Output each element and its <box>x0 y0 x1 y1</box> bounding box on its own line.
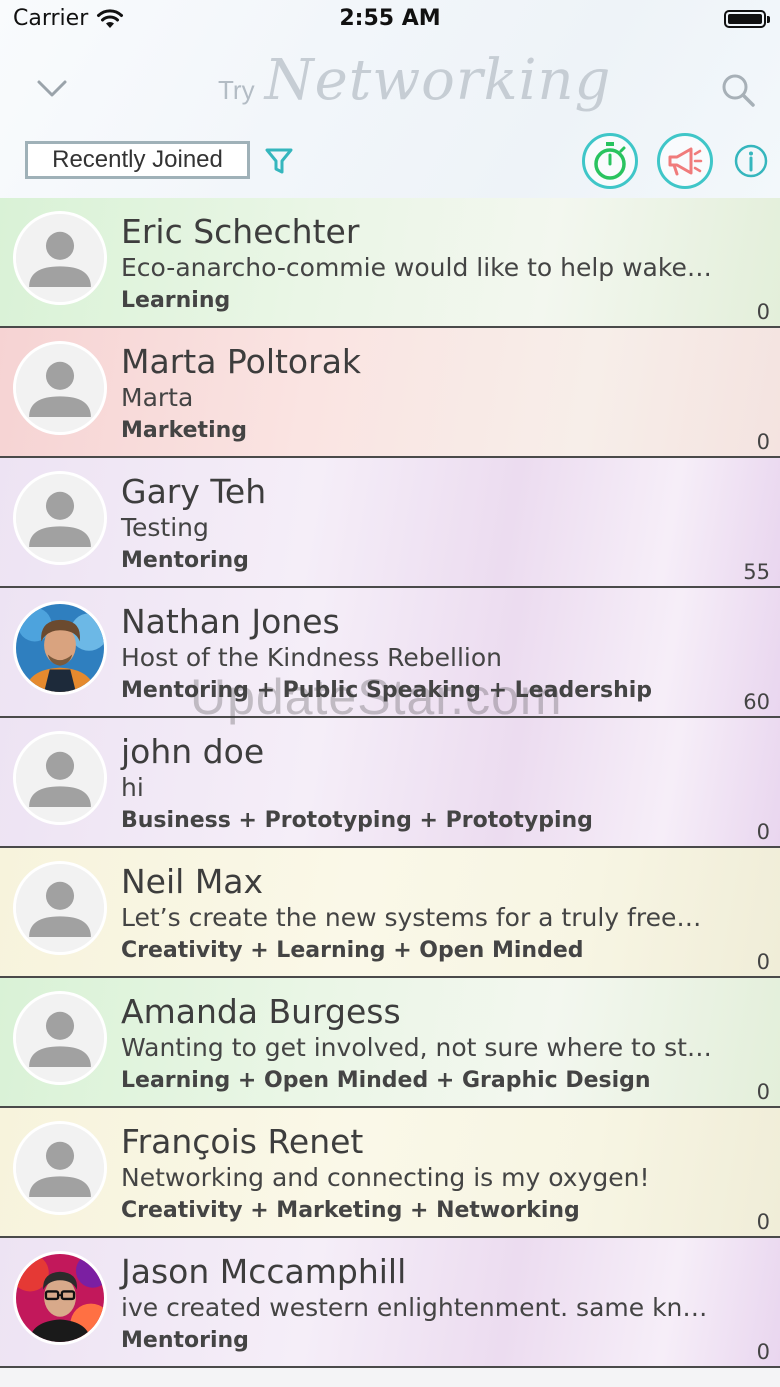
member-row[interactable]: Marta Poltorak Marta Marketing 0 <box>0 328 780 458</box>
member-tags: Marketing <box>121 418 248 443</box>
person-icon <box>16 474 104 562</box>
avatar <box>13 601 107 695</box>
avatar <box>13 861 107 955</box>
person-icon <box>16 734 104 822</box>
member-row[interactable]: Eric Schechter Eco-anarcho-commie would … <box>0 198 780 328</box>
avatar <box>13 731 107 825</box>
info-icon[interactable] <box>733 143 769 179</box>
app-title: Try Networking <box>218 48 611 118</box>
member-count: 0 <box>756 950 770 974</box>
member-bio: ive created western enlightenment. same … <box>121 1293 708 1322</box>
member-count: 0 <box>756 300 770 324</box>
member-row[interactable]: Nathan Jones Host of the Kindness Rebell… <box>0 588 780 718</box>
member-name: Neil Max <box>121 862 264 901</box>
member-row[interactable]: Amanda Burgess Wanting to get involved, … <box>0 978 780 1108</box>
member-bio: Let’s create the new systems for a truly… <box>121 903 702 932</box>
avatar <box>13 1121 107 1215</box>
person-icon <box>16 214 104 302</box>
member-bio: Testing <box>121 513 209 542</box>
member-bio: Eco-anarcho-commie would like to help wa… <box>121 253 712 282</box>
member-row[interactable]: Neil Max Let’s create the new systems fo… <box>0 848 780 978</box>
stopwatch-icon <box>594 142 626 180</box>
member-count: 0 <box>756 820 770 844</box>
person-icon <box>16 864 104 952</box>
member-tags: Learning <box>121 288 231 313</box>
member-name: john doe <box>121 732 265 771</box>
member-tags: Mentoring <box>121 548 249 573</box>
member-tags: Creativity + Learning + Open Minded <box>121 938 584 963</box>
member-count: 60 <box>743 690 770 714</box>
member-name: François Renet <box>121 1122 364 1161</box>
chevron-down-icon[interactable] <box>34 70 70 106</box>
timer-button[interactable] <box>582 133 638 189</box>
avatar <box>13 1251 107 1345</box>
profile-photo <box>16 604 104 692</box>
member-row[interactable]: john doe hi Business + Prototyping + Pro… <box>0 718 780 848</box>
avatar <box>13 991 107 1085</box>
member-bio: Marta <box>121 383 194 412</box>
avatar <box>13 341 107 435</box>
member-name: Marta Poltorak <box>121 342 362 381</box>
megaphone-icon <box>668 147 703 176</box>
member-name: Nathan Jones <box>121 602 340 641</box>
person-icon <box>16 994 104 1082</box>
member-bio: hi <box>121 773 144 802</box>
status-time: 2:55 AM <box>339 6 441 31</box>
member-bio: Networking and connecting is my oxygen! <box>121 1163 650 1192</box>
member-bio: Host of the Kindness Rebellion <box>121 643 503 672</box>
member-count: 0 <box>756 430 770 454</box>
member-count: 0 <box>756 1080 770 1104</box>
member-tags: Mentoring <box>121 1328 249 1353</box>
member-tags: Mentoring + Public Speaking + Leadership <box>121 678 653 703</box>
header: Carrier 2:55 AM Try Networking Recently … <box>0 0 780 198</box>
member-list: Eric Schechter Eco-anarcho-commie would … <box>0 198 780 1368</box>
member-row[interactable]: Jason Mccamphill ive created western enl… <box>0 1238 780 1368</box>
member-name: Amanda Burgess <box>121 992 401 1031</box>
title-prefix: Try <box>218 75 255 105</box>
member-count: 0 <box>756 1340 770 1364</box>
sort-button[interactable]: Recently Joined <box>25 141 250 179</box>
member-count: 55 <box>743 560 770 584</box>
member-bio: Wanting to get involved, not sure where … <box>121 1033 712 1062</box>
member-count: 0 <box>756 1210 770 1234</box>
avatar <box>13 471 107 565</box>
member-tags: Creativity + Marketing + Networking <box>121 1198 580 1223</box>
member-tags: Learning + Open Minded + Graphic Design <box>121 1068 651 1093</box>
person-icon <box>16 344 104 432</box>
search-icon[interactable] <box>718 70 758 110</box>
battery-icon <box>724 10 770 28</box>
person-icon <box>16 1124 104 1212</box>
filter-icon[interactable] <box>264 146 294 176</box>
member-name: Gary Teh <box>121 472 267 511</box>
member-row[interactable]: François Renet Networking and connecting… <box>0 1108 780 1238</box>
promo-button[interactable] <box>657 133 713 189</box>
member-row[interactable]: Gary Teh Testing Mentoring 55 <box>0 458 780 588</box>
profile-photo <box>16 1254 104 1342</box>
member-tags: Business + Prototyping + Prototyping <box>121 808 593 833</box>
member-name: Jason Mccamphill <box>121 1252 407 1291</box>
title-main: Networking <box>264 48 612 113</box>
member-name: Eric Schechter <box>121 212 360 251</box>
avatar <box>13 211 107 305</box>
